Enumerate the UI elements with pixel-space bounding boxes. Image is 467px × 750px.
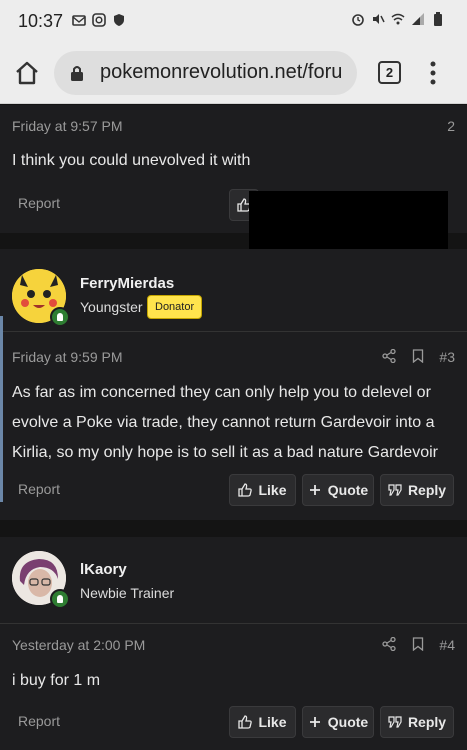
online-status-icon — [50, 307, 70, 327]
mail-icon — [72, 15, 86, 26]
wifi-icon — [391, 13, 405, 25]
post-4: Yesterday at 2:00 PM #4 i buy for 1 m Re… — [0, 624, 467, 750]
browser-toolbar: pokemonrevolution.net/foru 2 — [0, 42, 467, 104]
like-label: Like — [258, 482, 287, 498]
shield-icon — [114, 14, 124, 26]
mute-icon — [373, 14, 385, 24]
user-title: Youngster — [80, 299, 143, 315]
post-timestamp[interactable]: Yesterday at 2:00 PM — [12, 637, 145, 653]
quote-label: Quote — [327, 482, 369, 498]
status-time: 10:37 — [18, 11, 64, 31]
reply-button[interactable]: Reply — [380, 474, 454, 506]
post-actions — [382, 637, 424, 651]
post-number[interactable]: #4 — [439, 637, 455, 653]
plus-icon — [309, 485, 320, 495]
report-link[interactable]: Report — [18, 481, 60, 497]
notification-icons — [72, 13, 126, 27]
username[interactable]: FerryMierdas — [80, 275, 174, 292]
post-number[interactable]: #3 — [439, 349, 455, 365]
thread-content: Friday at 9:57 PM 2 I think you could un… — [0, 105, 467, 750]
reply-quote-icon — [388, 716, 402, 728]
post-body: As far as im concerned they can only hel… — [12, 384, 438, 461]
post-3-user-header: FerryMierdas Youngster Donator — [0, 249, 467, 331]
like-label: Like — [258, 714, 287, 730]
reply-button[interactable]: Reply — [380, 706, 454, 738]
post-number[interactable]: 2 — [447, 118, 455, 134]
post-body: i buy for 1 m — [12, 672, 101, 689]
quote-button[interactable]: Quote — [302, 474, 374, 506]
reply-label: Reply — [407, 482, 447, 498]
quote-button[interactable]: Quote — [302, 706, 374, 738]
share-icon[interactable] — [382, 637, 396, 651]
reply-label: Reply — [407, 714, 447, 730]
post-4-user-header: lKaory Newbie Trainer — [0, 537, 467, 623]
battery-icon — [434, 12, 442, 26]
thumbs-up-icon — [238, 483, 253, 497]
share-icon[interactable] — [382, 349, 396, 363]
like-button[interactable]: Like — [229, 474, 296, 506]
bookmark-icon[interactable] — [412, 637, 424, 651]
status-bar: 10:37 — [0, 0, 467, 42]
avatar[interactable] — [12, 269, 70, 327]
instagram-icon — [92, 13, 106, 27]
plus-icon — [309, 717, 320, 727]
lock-icon — [71, 66, 83, 81]
home-icon[interactable] — [12, 58, 42, 88]
post-3: Friday at 9:59 PM #3 As far as im concer… — [0, 332, 467, 520]
url-text: pokemonrevolution.net/foru — [100, 61, 343, 83]
post-timestamp[interactable]: Friday at 9:57 PM — [12, 118, 123, 134]
post-timestamp[interactable]: Friday at 9:59 PM — [12, 349, 123, 365]
report-link[interactable]: Report — [18, 713, 60, 729]
unread-indicator — [0, 316, 3, 502]
post-body: I think you could unevolved it with — [12, 152, 251, 169]
online-status-icon — [50, 589, 70, 609]
bookmark-icon[interactable] — [412, 349, 424, 363]
address-bar[interactable]: pokemonrevolution.net/foru — [54, 51, 357, 95]
tab-switcher-button[interactable]: 2 — [378, 61, 401, 84]
alarm-icon — [352, 14, 364, 26]
more-menu-icon[interactable] — [428, 60, 438, 86]
system-icons — [351, 12, 445, 26]
reply-quote-icon — [388, 484, 402, 496]
user-title: Newbie Trainer — [80, 585, 175, 601]
username[interactable]: lKaory — [80, 561, 127, 578]
post-actions — [382, 349, 424, 363]
quote-label: Quote — [327, 714, 369, 730]
report-link[interactable]: Report — [18, 195, 60, 211]
thumbs-up-icon — [238, 715, 253, 729]
avatar[interactable] — [12, 551, 70, 609]
signal-icon — [412, 13, 424, 25]
donator-badge: Donator — [147, 295, 203, 319]
like-button[interactable]: Like — [229, 706, 296, 738]
